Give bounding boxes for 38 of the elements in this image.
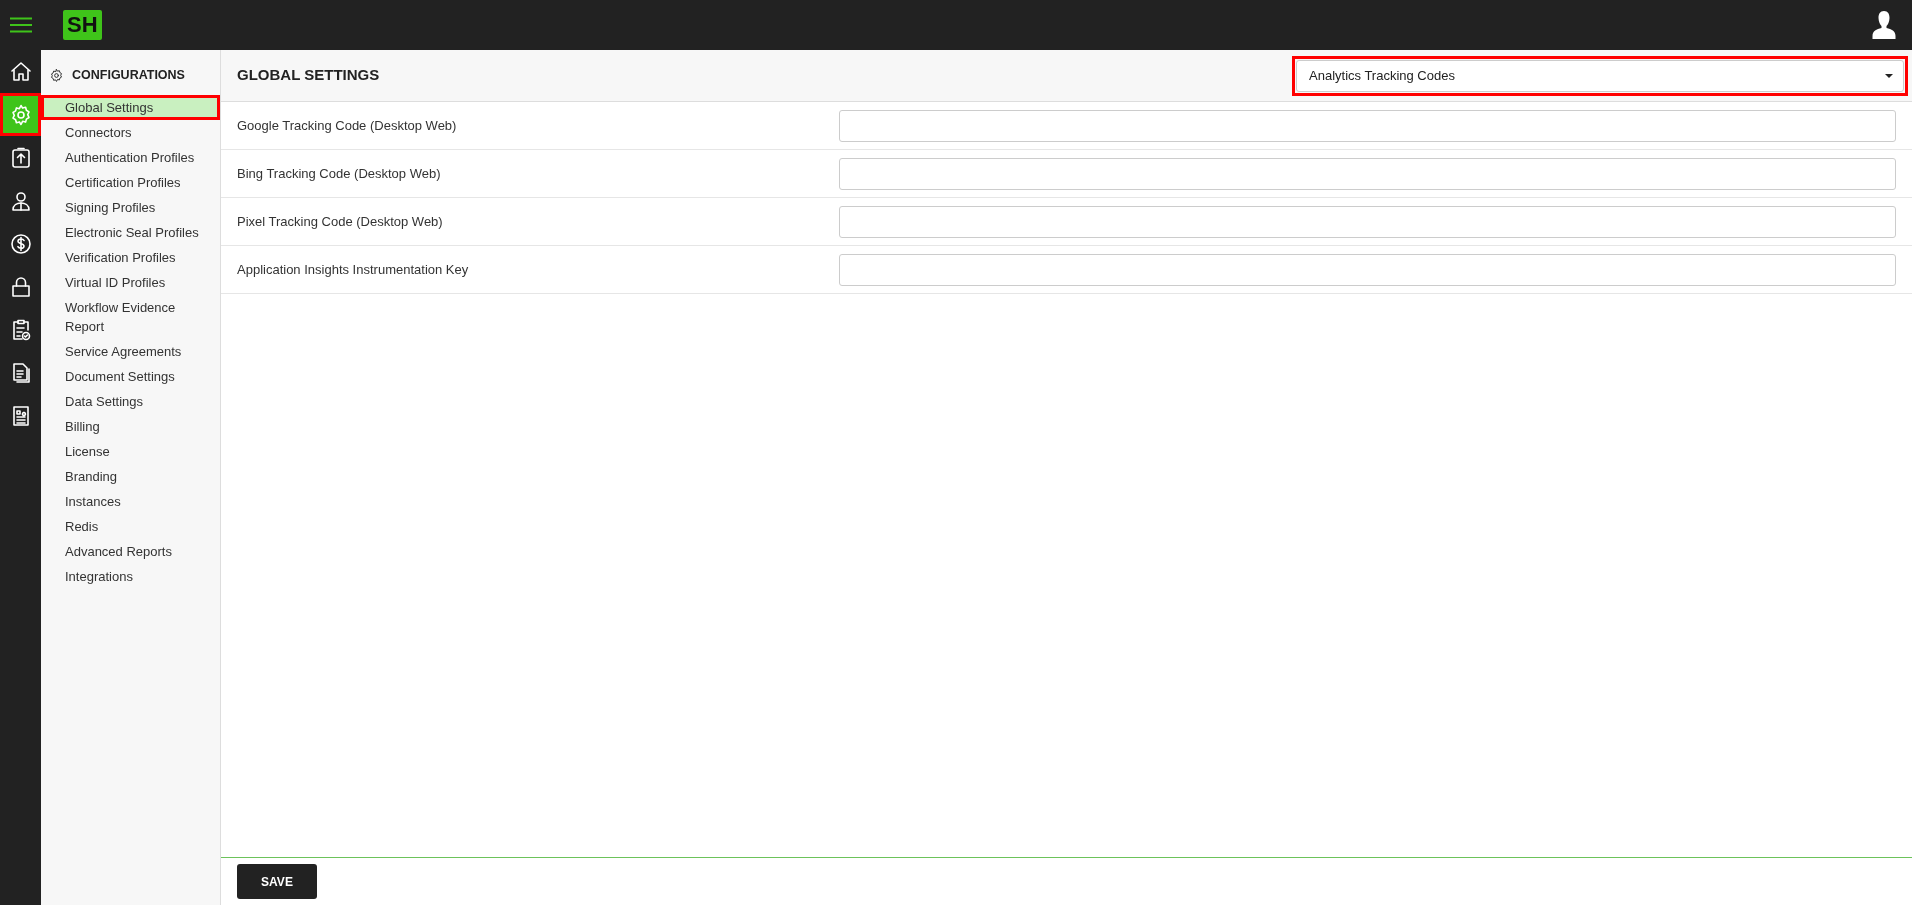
sidebar-item[interactable]: Electronic Seal Profiles [41, 219, 220, 245]
sidebar-item[interactable]: Branding [41, 463, 220, 489]
sidebar-item[interactable]: Virtual ID Profiles [41, 269, 220, 295]
field-label: Google Tracking Code (Desktop Web) [237, 116, 458, 135]
house-icon [8, 59, 33, 84]
sidebar-item[interactable]: Verification Profiles [41, 244, 220, 270]
section-dropdown[interactable]: Analytics Tracking Codes [1296, 59, 1904, 92]
page-title: GLOBAL SETTINGS [237, 65, 380, 86]
sidebar-item[interactable]: Signing Profiles [41, 194, 220, 220]
field-label: Pixel Tracking Code (Desktop Web) [237, 212, 444, 231]
sidebar-item[interactable]: Billing [41, 413, 220, 439]
sidebar-item[interactable]: Data Settings [41, 388, 220, 414]
logo: SH [63, 10, 102, 40]
field-label: Application Insights Instrumentation Key [237, 260, 470, 279]
caret-icon [1885, 73, 1893, 78]
sidebar-item[interactable]: Integrations [41, 563, 220, 589]
user-avatar-icon[interactable] [1872, 10, 1896, 40]
input-field[interactable] [839, 157, 1896, 190]
sidebar-item[interactable]: Instances [41, 488, 220, 514]
settings-icon [49, 67, 64, 83]
sidebar-item[interactable]: Advanced Reports [41, 538, 220, 564]
input-field[interactable] [839, 205, 1896, 238]
dollar-icon [8, 231, 33, 256]
menu-icon [9, 17, 32, 33]
save-button[interactable]: SAVE [237, 864, 317, 899]
sidebar-item[interactable]: Connectors [41, 119, 220, 145]
sidebar-item[interactable]: Redis [41, 513, 220, 539]
field-label: Bing Tracking Code (Desktop Web) [237, 164, 442, 183]
input-field[interactable] [839, 109, 1896, 142]
sidebar-item[interactable]: Workflow Evidence Report [41, 294, 220, 339]
sidebar-item[interactable]: License [41, 438, 220, 464]
input-field[interactable] [839, 253, 1896, 286]
sidebar-item[interactable]: Document Settings [41, 363, 220, 389]
sidebar-item[interactable]: Global Settings [41, 94, 220, 120]
sidebar-item[interactable]: Authentication Profiles [41, 144, 220, 170]
sidebar-item[interactable]: Service Agreements [41, 338, 220, 364]
sidebar-item[interactable]: Certification Profiles [41, 169, 220, 195]
sidebar-title: CONFIGURATIONS [72, 67, 185, 84]
